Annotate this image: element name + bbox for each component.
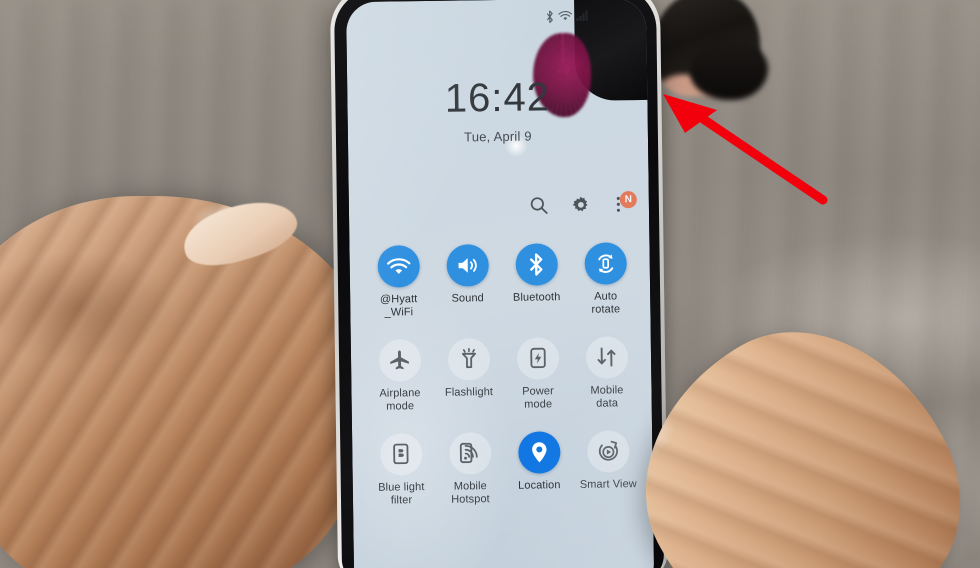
mobile-data-icon [585,336,628,379]
tile-flashlight[interactable]: Flashlight [434,338,504,413]
bluetooth-icon [546,10,553,23]
tile-label: Blue light filter [378,480,425,507]
tile-label: Airplane mode [379,387,421,413]
overflow-menu-icon[interactable]: N [613,191,637,214]
search-icon[interactable] [529,195,549,215]
smart-view-icon [586,430,630,473]
wifi-icon [558,10,573,21]
red-annotation-arrow [663,94,828,205]
gear-icon[interactable] [571,195,591,215]
tile-label: Flashlight [444,386,494,399]
sound-icon [445,244,489,287]
tile-label: @Hyatt _WiFi [379,293,418,319]
hotspot-icon [448,432,492,475]
tile-wifi[interactable]: @Hyatt _WiFi [363,245,433,320]
tile-label: Auto rotate [591,290,621,316]
tile-label: Smart View [579,477,637,491]
auto-rotate-icon [583,242,627,285]
tile-label: Mobile data [590,384,624,410]
blue-light-icon [379,432,423,476]
phone-screen[interactable]: 16:42 Tue, April 9 N @Hyatt _WiFi Sound … [346,0,655,568]
tile-auto-rotate[interactable]: Auto rotate [570,242,640,317]
tile-smart-view[interactable]: Smart View [573,430,643,505]
wifi-icon [376,245,420,288]
flashlight-icon [447,338,490,381]
tile-label: Sound [451,292,484,305]
signal-icon [576,10,588,22]
airplane-icon [378,339,421,382]
smartphone: 16:42 Tue, April 9 N @Hyatt _WiFi Sound … [329,0,669,568]
lockscreen-clock-block: 16:42 Tue, April 9 [347,75,648,146]
status-bar [346,7,594,28]
clock-time: 16:42 [444,75,551,121]
tile-label: Mobile Hotspot [451,480,490,506]
quick-settings-grid: @Hyatt _WiFi Sound Bluetooth Auto rotate… [363,242,643,508]
tile-location[interactable]: Location [504,431,574,506]
location-pin-icon [517,431,561,474]
tile-power-mode[interactable]: Power mode [503,337,573,412]
overflow-menu-badge: N [619,191,637,209]
bluetooth-icon [514,243,558,286]
tile-label: Power mode [522,385,554,411]
tile-blue-light-filter[interactable]: Blue light filter [366,432,436,508]
tile-sound[interactable]: Sound [432,244,502,319]
tile-mobile-data[interactable]: Mobile data [572,336,642,411]
quick-settings-header: N [529,191,637,215]
tile-label: Bluetooth [512,291,561,304]
tile-bluetooth[interactable]: Bluetooth [501,243,571,318]
power-mode-icon [516,337,559,380]
tile-mobile-hotspot[interactable]: Mobile Hotspot [435,432,505,507]
tile-airplane-mode[interactable]: Airplane mode [365,339,435,414]
clock-date: Tue, April 9 [463,128,532,145]
tile-label: Location [518,479,561,492]
